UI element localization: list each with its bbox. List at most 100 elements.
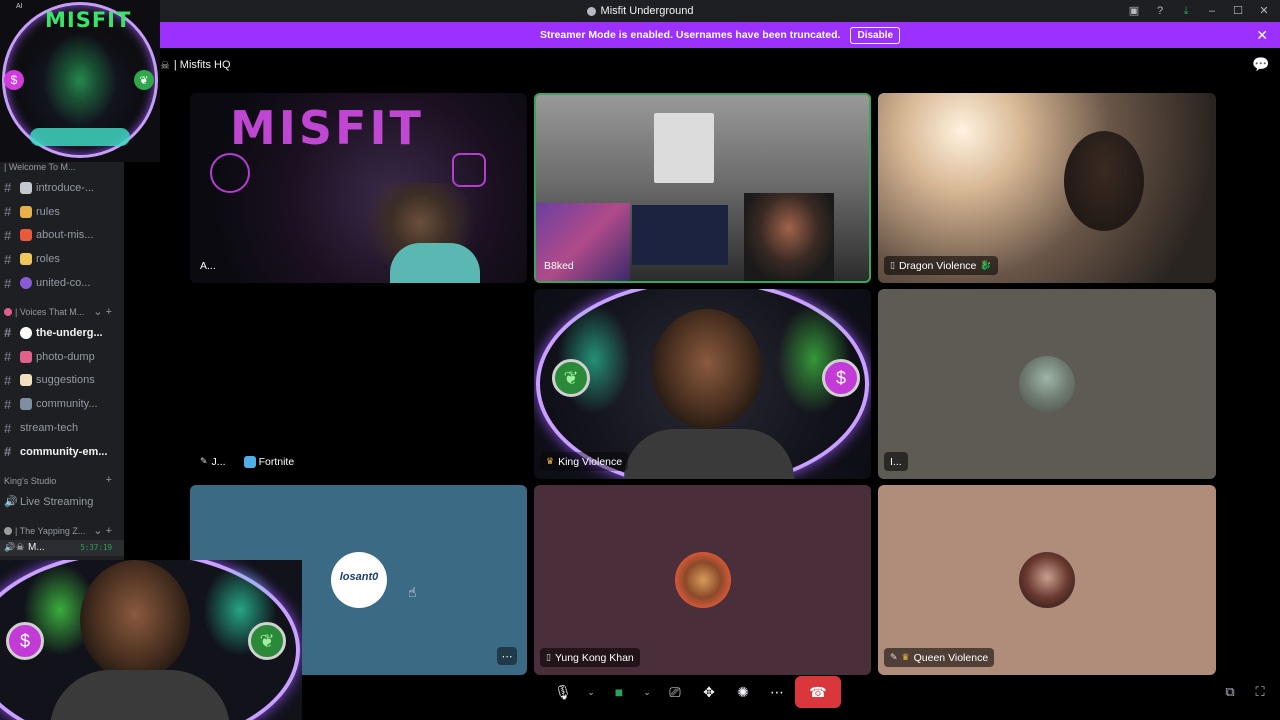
channel-roles[interactable]: # roles [0,247,124,271]
decor-circle [210,153,250,193]
fullscreen-icon[interactable]: ⛶ [1252,684,1268,700]
video-tile[interactable]: MISFIT A... [190,93,527,283]
dollar-sign-icon: $ [4,70,24,90]
logo-banner-shape [30,128,130,146]
close-banner-icon[interactable]: ✕ [1256,27,1268,43]
microphone-icon[interactable]: 🎙 [551,678,575,706]
leaf-icon: ❦ [134,70,154,90]
popout-icon[interactable]: ⧉ [1222,684,1238,700]
fortnite-icon [243,455,256,468]
tile-label: ♛ King Violence [540,452,629,471]
video-tile-speaking[interactable]: B8ked [534,93,871,283]
channel-photo-dump[interactable]: # photo-dump [0,345,124,369]
hash-icon: # [4,325,12,341]
mobile-icon: ▯ [546,652,551,662]
camera-icon[interactable]: ■ [607,678,631,706]
crown-emoji-icon: ♛ [546,456,555,466]
video-tile[interactable]: ❦ $ ♛ King Violence [534,289,871,479]
chat-icon[interactable]: 💬 [1252,56,1269,72]
fire-emoji-icon [20,229,32,242]
more-icon[interactable]: ⋯ [765,678,789,706]
video-tile[interactable]: ▯ Yung Kong Khan [534,485,871,675]
speech-emoji-icon [20,326,32,339]
video-tile[interactable]: ▯ Dragon Violence 🐉 [878,93,1216,283]
video-tile[interactable]: I... [878,289,1216,479]
category-emoji-icon [4,526,12,535]
muted-icon: ✎ [200,456,208,466]
participant-avatar [1019,552,1075,608]
hash-icon: # [4,444,12,460]
leaf-icon: ❦ [248,622,286,660]
channel-list: | Welcome To M... # introduce-... # rules … [0,158,124,556]
disconnect-button[interactable]: ☎ [795,676,841,708]
channel-community[interactable]: # community... [0,392,124,416]
activity-badge: Fortnite [243,455,294,468]
participant-face [652,309,762,429]
tag-emoji-icon [20,253,32,266]
add-channel-icon[interactable]: ⌄ + [93,305,112,318]
crown-emoji-icon: ♛ [901,652,910,662]
window-controls: ▣ ? ⤓ – ☐ ✕ [1128,0,1270,22]
call-controls: 🎙 ⌄ ■ ⌄ ⎚ ✥ ✺ ⋯ [551,677,789,707]
stream-logo-overlay: AI MISFIT $ ❦ [0,0,160,162]
server-logo-icon [586,6,596,16]
tile-label: I... [884,452,908,471]
hash-icon: # [4,372,12,388]
hash-icon: # [4,275,12,291]
video-tile[interactable]: ✎ J... Fortnite [190,289,527,479]
category-yapping[interactable]: | The Yapping Z... ⌄ + [0,522,124,540]
voice-channel-live-streaming[interactable]: 🔊 Live Streaming [0,490,124,514]
memo-emoji-icon [20,374,32,387]
participant-avatar [1019,356,1075,412]
category-kings-studio[interactable]: King's Studio + [0,472,124,490]
inbox-icon[interactable]: ▣ [1128,5,1140,17]
window-title: Misfit Underground [586,5,693,17]
logo-glow [40,30,120,130]
globe-emoji-icon [20,277,32,290]
maximize-icon[interactable]: ☐ [1232,5,1244,17]
mic-options-chevron-icon[interactable]: ⌄ [585,678,597,706]
help-icon[interactable]: ? [1154,5,1166,17]
channel-suggestions[interactable]: # suggestions [0,369,124,393]
tile-label: ▯ Dragon Violence 🐉 [884,256,998,275]
hash-icon: # [4,420,12,436]
hash-icon: # [4,204,12,220]
hash-icon: # [4,396,12,412]
close-window-icon[interactable]: ✕ [1258,5,1270,17]
voice-connected-icon: 🔊 [4,542,16,553]
monitor-right [632,205,728,265]
channel-united[interactable]: # united-co... [0,271,124,295]
dollar-sign-icon: $ [6,622,44,660]
channel-rules[interactable]: # rules [0,200,124,224]
skull-icon: ☠ [16,542,25,553]
connected-user-row[interactable]: 🔊 ☠ M... 5:37:19 [0,539,124,556]
channel-introduce[interactable]: # introduce-... [0,176,124,200]
title-bar: Misfit Underground ▣ ? ⤓ – ☐ ✕ [0,0,1280,22]
mouse-cursor-icon: ☝ [408,584,417,600]
disable-streamer-mode-button[interactable]: Disable [850,26,901,44]
channel-about[interactable]: # about-mis... [0,224,124,248]
more-options-button[interactable]: ⋯ [497,647,517,665]
add-channel-icon[interactable]: ⌄ + [93,524,112,537]
streamer-shirt [390,243,480,283]
activities-icon[interactable]: ✥ [697,678,721,706]
hash-icon: # [4,180,12,196]
soundboard-icon[interactable]: ✺ [731,678,755,706]
download-icon[interactable]: ⤓ [1180,5,1192,17]
tile-label: ✎ ♛ Queen Violence [884,648,995,667]
minimize-icon[interactable]: – [1206,5,1218,17]
video-tile[interactable]: ✎ ♛ Queen Violence [878,485,1216,675]
speaker-icon: 🔊 [4,496,18,509]
channel-community-em[interactable]: # community-em... [0,440,124,464]
channel-header: ☠ | Misfits HQ [160,59,231,72]
streamer-mode-banner: Streamer Mode is enabled. Usernames have… [160,22,1280,48]
category-voices[interactable]: | Voices That M... ⌄ + [0,303,124,321]
channel-the-underground[interactable]: # the-underg... [0,321,124,345]
screen-share-icon[interactable]: ⎚ [663,678,687,706]
cart-emoji-icon [20,398,32,411]
add-channel-icon[interactable]: + [106,474,112,486]
participant-face [1064,131,1144,231]
camera-options-chevron-icon[interactable]: ⌄ [641,678,653,706]
channel-stream-tech[interactable]: # stream-tech [0,416,124,440]
banner-message: Streamer Mode is enabled. Usernames have… [539,29,841,41]
